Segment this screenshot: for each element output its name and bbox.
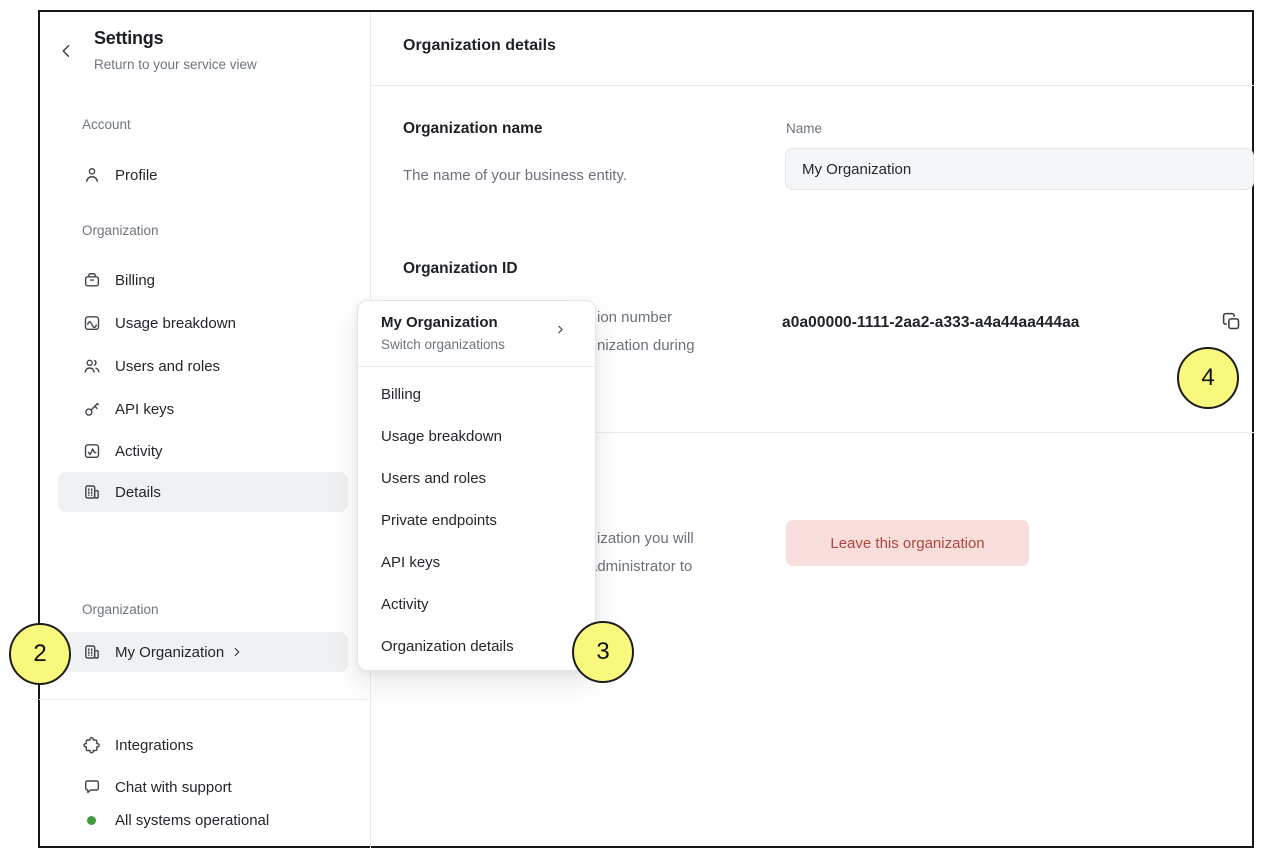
person-icon xyxy=(82,165,102,185)
back-chevron-icon[interactable] xyxy=(58,42,76,60)
copy-icon xyxy=(1221,311,1242,332)
annotation-callout-3: 3 xyxy=(572,621,634,683)
sidebar-item-api-keys[interactable]: API keys xyxy=(58,389,348,429)
popup-item-organization-details[interactable]: Organization details xyxy=(358,625,595,667)
sidebar-item-system-status[interactable]: All systems operational xyxy=(58,800,348,840)
organization-id-value: a0a00000-1111-2aa2-a333-a4a44aa444aa xyxy=(782,314,1080,332)
key-icon xyxy=(82,399,102,419)
popup-item-billing[interactable]: Billing xyxy=(358,373,595,415)
name-field-label: Name xyxy=(786,121,822,136)
organization-name-input[interactable] xyxy=(785,148,1254,190)
sidebar-item-label: API keys xyxy=(115,401,174,418)
billing-icon xyxy=(82,270,102,290)
org-name-title: Organization name xyxy=(403,120,543,138)
popup-item-usage-breakdown[interactable]: Usage breakdown xyxy=(358,415,595,457)
puzzle-icon xyxy=(82,735,102,755)
sidebar-item-label: Details xyxy=(115,484,161,501)
chevron-right-icon xyxy=(230,645,244,659)
usage-chart-icon xyxy=(82,313,102,333)
sidebar-item-activity[interactable]: Activity xyxy=(58,431,348,471)
building-icon xyxy=(82,482,102,502)
sidebar-item-details[interactable]: Details xyxy=(58,472,348,512)
annotation-callout-4: 4 xyxy=(1177,347,1239,409)
building-icon xyxy=(82,642,102,662)
sidebar-item-label: Profile xyxy=(115,167,158,184)
page-title: Settings xyxy=(94,28,163,49)
sidebar-item-integrations[interactable]: Integrations xyxy=(58,725,348,765)
sidebar-item-label: Chat with support xyxy=(115,779,232,796)
org-id-title: Organization ID xyxy=(403,260,518,278)
leave-description-line2: administrator to xyxy=(589,557,692,577)
org-name-description: The name of your business entity. xyxy=(403,167,627,184)
section-label-account: Account xyxy=(82,117,131,132)
popup-item-private-endpoints[interactable]: Private endpoints xyxy=(358,499,595,541)
sidebar-item-label: Usage breakdown xyxy=(115,315,236,332)
window-frame xyxy=(38,10,1254,848)
chevron-right-icon xyxy=(554,323,567,336)
sidebar-item-usage-breakdown[interactable]: Usage breakdown xyxy=(58,303,348,343)
copy-org-id-button[interactable] xyxy=(1218,308,1244,334)
popup-org-subtitle: Switch organizations xyxy=(381,336,579,353)
sidebar-footer-divider xyxy=(39,699,369,700)
org-id-description-line2: nization during xyxy=(597,336,695,356)
popup-org-switcher[interactable]: My Organization Switch organizations xyxy=(358,301,595,367)
sidebar-item-label: My Organization xyxy=(115,644,224,661)
sidebar-item-users-and-roles[interactable]: Users and roles xyxy=(58,346,348,386)
popup-menu-list: Billing Usage breakdown Users and roles … xyxy=(358,367,595,670)
users-icon xyxy=(82,356,102,376)
popup-item-api-keys[interactable]: API keys xyxy=(358,541,595,583)
org-id-description-line1: ion number xyxy=(597,308,672,328)
leave-organization-button[interactable]: Leave this organization xyxy=(786,520,1029,566)
leave-description-line1: ization you will xyxy=(597,529,694,549)
sidebar-item-profile[interactable]: Profile xyxy=(58,155,348,195)
organization-menu-popup: My Organization Switch organizations Bil… xyxy=(357,300,596,671)
activity-icon xyxy=(82,441,102,461)
settings-page: Settings Return to your service view Acc… xyxy=(0,0,1262,866)
sidebar-item-my-organization[interactable]: My Organization xyxy=(58,632,348,672)
popup-item-users-and-roles[interactable]: Users and roles xyxy=(358,457,595,499)
section-label-organization: Organization xyxy=(82,223,159,238)
sidebar-item-label: Activity xyxy=(115,443,163,460)
main-pane-title: Organization details xyxy=(403,37,556,55)
section-label-organization-switcher: Organization xyxy=(82,602,159,617)
sidebar-item-billing[interactable]: Billing xyxy=(58,260,348,300)
header-divider xyxy=(371,85,1254,86)
sidebar-item-label: Integrations xyxy=(115,737,193,754)
page-subtitle: Return to your service view xyxy=(94,57,257,72)
sidebar-item-label: Billing xyxy=(115,272,155,289)
status-dot xyxy=(87,816,96,825)
chat-bubble-icon xyxy=(82,777,102,797)
sidebar-item-label: Users and roles xyxy=(115,358,220,375)
popup-org-name: My Organization xyxy=(381,313,579,333)
annotation-callout-2: 2 xyxy=(9,623,71,685)
status-label: All systems operational xyxy=(115,812,269,829)
popup-item-activity[interactable]: Activity xyxy=(358,583,595,625)
